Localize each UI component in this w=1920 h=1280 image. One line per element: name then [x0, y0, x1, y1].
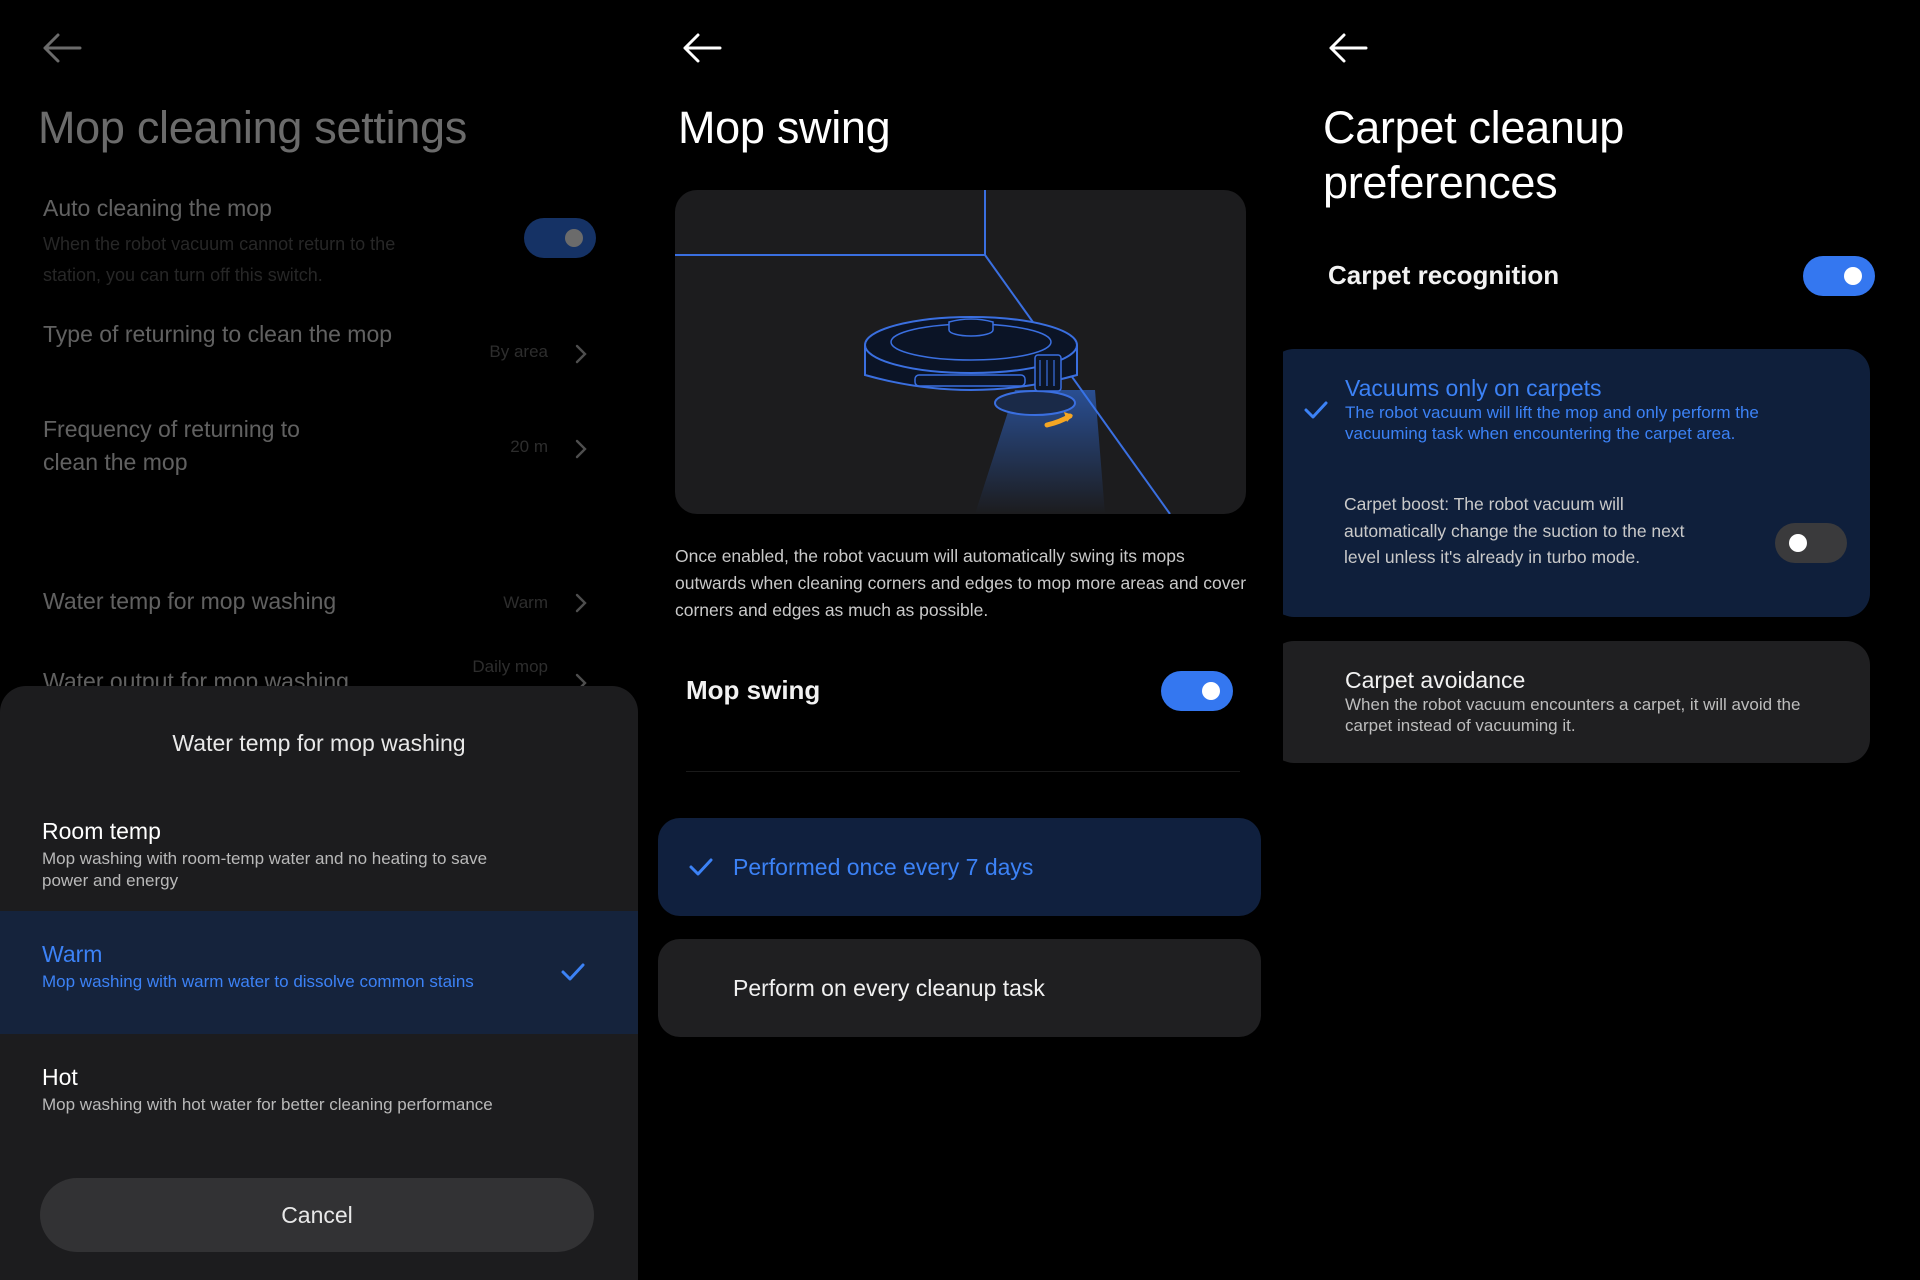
return-type-row[interactable]: Type of returning to clean the mop By ar…	[43, 318, 590, 364]
option-room-temp[interactable]: Room temp Mop washing with room-temp wat…	[0, 788, 638, 911]
vacuums-only-card[interactable]: Vacuums only on carpets The robot vacuum…	[1283, 349, 1870, 617]
choice-once-every-7-days[interactable]: Performed once every 7 days	[658, 818, 1261, 916]
carpet-boost-toggle[interactable]	[1775, 523, 1847, 563]
chevron-right-icon	[572, 437, 590, 461]
option-desc: Mop washing with warm water to dissolve …	[42, 972, 474, 991]
return-frequency-title: Frequency of returning to clean the mop	[43, 416, 300, 475]
mop-swing-toggle[interactable]	[1161, 671, 1233, 711]
toggle-knob	[1789, 534, 1807, 552]
option-warm[interactable]: Warm Mop washing with warm water to diss…	[0, 911, 638, 1034]
water-temp-value: Warm	[503, 593, 548, 612]
option-title: Hot	[42, 1064, 78, 1090]
chevron-right-icon	[572, 342, 590, 366]
mop-cleaning-settings-screen: Mop cleaning settings Auto cleaning the …	[0, 0, 640, 1280]
toggle-knob	[1844, 267, 1862, 285]
divider	[686, 771, 1240, 772]
sheet-title: Water temp for mop washing	[172, 730, 466, 756]
title-line-2: preferences	[1323, 157, 1558, 208]
option-desc: Mop washing with room-temp water and no …	[42, 849, 488, 890]
option-desc: Mop washing with hot water for better cl…	[42, 1095, 493, 1114]
back-arrow-icon	[1329, 33, 1368, 63]
mop-swing-description: Once enabled, the robot vacuum will auto…	[675, 546, 1247, 620]
return-frequency-value: 20 m	[510, 437, 548, 456]
cancel-button[interactable]: Cancel	[40, 1178, 594, 1252]
carpet-avoidance-title: Carpet avoidance	[1345, 667, 1526, 693]
vacuums-only-title: Vacuums only on carpets	[1345, 375, 1602, 401]
vacuums-only-desc: The robot vacuum will lift the mop and o…	[1345, 403, 1759, 443]
chevron-right-icon	[572, 591, 590, 615]
carpet-recognition-toggle[interactable]	[1803, 256, 1875, 296]
carpet-cleanup-preferences-screen: Carpet cleanup preferences Carpet recogn…	[1283, 0, 1920, 1280]
mop-swing-screen: Mop swing Once enabled, the robot vacuum…	[640, 0, 1280, 1280]
back-button[interactable]	[680, 30, 724, 66]
water-temp-bottom-sheet: Water temp for mop washing Room temp Mop…	[0, 686, 638, 1280]
auto-cleaning-toggle[interactable]	[524, 218, 596, 258]
mop-swing-label: Mop swing	[686, 675, 821, 705]
page-title: Carpet cleanup preferences	[1323, 100, 1624, 210]
back-arrow-icon	[43, 33, 82, 63]
option-hot[interactable]: Hot Mop washing with hot water for bette…	[0, 1034, 638, 1157]
check-icon	[1303, 399, 1329, 421]
page-title: Mop swing	[678, 102, 891, 153]
check-icon	[688, 856, 714, 878]
choice-every-cleanup-task[interactable]: Perform on every cleanup task	[658, 939, 1261, 1037]
water-temp-row[interactable]: Water temp for mop washing Warm	[43, 585, 590, 618]
title-line-1: Carpet cleanup	[1323, 102, 1625, 153]
page-title: Mop cleaning settings	[38, 102, 467, 153]
water-output-value: Daily mop	[472, 657, 548, 676]
back-button[interactable]	[1326, 30, 1370, 66]
option-title: Room temp	[42, 818, 161, 844]
return-type-value: By area	[489, 342, 548, 361]
carpet-boost-text: Carpet boost: The robot vacuum will auto…	[1344, 494, 1685, 567]
return-type-title: Type of returning to clean the mop	[43, 321, 393, 347]
auto-cleaning-desc: When the robot vacuum cannot return to t…	[43, 234, 396, 285]
toggle-knob	[1202, 682, 1220, 700]
carpet-avoidance-desc: When the robot vacuum encounters a carpe…	[1345, 695, 1801, 735]
return-frequency-row[interactable]: Frequency of returning to clean the mop …	[43, 413, 590, 479]
auto-cleaning-title: Auto cleaning the mop	[43, 195, 272, 221]
carpet-avoidance-card[interactable]: Carpet avoidance When the robot vacuum e…	[1283, 641, 1870, 763]
back-arrow-icon	[683, 33, 722, 63]
carpet-recognition-label: Carpet recognition	[1328, 260, 1560, 290]
check-icon	[560, 961, 586, 983]
option-title: Warm	[42, 941, 103, 967]
toggle-knob	[565, 229, 583, 247]
mop-swing-illustration	[675, 190, 1246, 514]
back-button[interactable]	[40, 30, 84, 66]
robot-vacuum-corner-image	[675, 190, 1171, 514]
choice-label: Performed once every 7 days	[733, 853, 1034, 880]
choice-label: Perform on every cleanup task	[733, 974, 1045, 1001]
auto-cleaning-row: Auto cleaning the mop When the robot vac…	[43, 192, 596, 291]
